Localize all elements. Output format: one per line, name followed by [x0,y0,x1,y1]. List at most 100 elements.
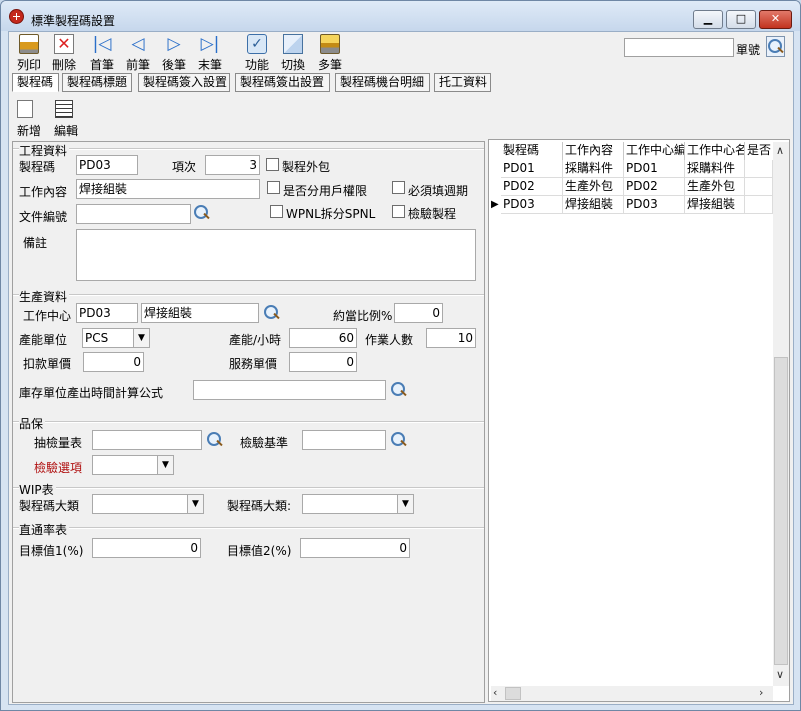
title-bar[interactable]: 標準製程碼設置 ▁ □ ✕ [1,1,800,31]
multi-record-button[interactable]: 多筆 [314,34,346,74]
table-cell[interactable]: PD03 [501,196,563,214]
work-center-code-field[interactable]: PD03 [76,303,138,323]
standard-search-icon[interactable] [390,431,408,449]
grid-header-content[interactable]: 工作內容 [563,142,624,160]
horizontal-scroll-thumb[interactable] [505,687,521,700]
inspection-option-select[interactable]: ▼ [92,455,174,475]
sampling-table-field[interactable] [92,430,202,450]
grid-header-code[interactable]: 製程碼 [501,142,563,160]
prev-label: 前筆 [125,58,150,72]
table-cell[interactable]: 採購料件 [563,160,624,178]
process-code-label: 製程碼 [19,160,56,174]
app-icon [9,9,24,24]
function-button[interactable]: ✓ 功能 [241,34,273,74]
vertical-scroll-thumb[interactable] [774,357,788,665]
process-category2-label: 製程碼大類: [227,499,292,513]
previous-record-button[interactable]: ◁ 前筆 [122,34,154,74]
remark-field[interactable] [76,229,476,281]
table-cell[interactable] [745,196,773,214]
table-cell[interactable]: PD02 [624,178,685,196]
edit-button[interactable]: 編輯 [50,100,82,140]
work-center-search-icon[interactable] [263,304,281,322]
scroll-down-icon[interactable]: ∨ [776,668,784,681]
horizontal-scrollbar[interactable]: ‹ › [491,686,773,701]
next-record-button[interactable]: ▷ 後筆 [158,34,190,74]
target2-label: 目標值2(%) [227,544,292,558]
target1-field[interactable]: 0 [92,538,201,558]
sampling-search-icon[interactable] [206,431,224,449]
per-hour-field[interactable]: 60 [289,328,357,348]
deduct-price-field[interactable]: 0 [83,352,144,372]
formula-field[interactable] [193,380,386,400]
table-cell[interactable]: PD03 [624,196,685,214]
inspection-standard-field[interactable] [302,430,386,450]
minimize-button[interactable]: ▁ [693,10,723,29]
next-record-icon: ▷ [167,34,181,54]
work-center-label: 工作中心 [23,309,72,323]
work-content-field[interactable]: 焊接組裝 [76,179,260,199]
table-cell[interactable]: PD02 [501,178,563,196]
table-cell[interactable] [745,160,773,178]
last-label: 末筆 [197,58,222,72]
doc-search-icon[interactable] [193,204,211,222]
table-cell[interactable]: 生產外包 [685,178,745,196]
print-button[interactable]: 列印 [13,34,45,74]
close-button[interactable]: ✕ [759,10,792,29]
table-cell[interactable]: PD01 [624,160,685,178]
table-cell[interactable]: 焊接組裝 [563,196,624,214]
first-record-button[interactable]: |◁ 首筆 [86,34,118,74]
seq-field[interactable]: 3 [205,155,260,175]
tab-process-title[interactable]: 製程碼標題 [62,73,132,92]
grid-header-wc-code[interactable]: 工作中心編 [624,142,685,160]
table-cell[interactable]: 焊接組裝 [685,196,745,214]
formula-search-icon[interactable] [390,381,408,399]
tab-check-out-settings[interactable]: 製程碼簽出設置 [235,73,330,92]
inspect-process-checkbox[interactable] [392,205,405,218]
table-cell[interactable]: PD01 [501,160,563,178]
switch-button[interactable]: 切換 [277,34,309,74]
delete-label: 刪除 [51,58,76,72]
scroll-right-icon[interactable]: › [759,686,763,699]
user-permission-checkbox[interactable] [267,181,280,194]
printer-icon [19,34,39,54]
table-cell[interactable] [745,178,773,196]
chevron-down-icon[interactable]: ▼ [133,329,149,347]
maximize-button[interactable]: □ [726,10,756,29]
doc-number-search-button[interactable] [766,36,785,57]
table-cell[interactable]: 採購料件 [685,160,745,178]
target2-field[interactable]: 0 [300,538,410,558]
required-period-checkbox[interactable] [392,181,405,194]
grid-header-wc-name[interactable]: 工作中心名 [685,142,745,160]
tab-process-code[interactable]: 製程碼 [12,73,59,92]
tab-outsource-data[interactable]: 托工資料 [434,73,491,92]
work-center-name-field[interactable]: 焊接組裝 [141,303,259,323]
wpnl-label: WPNL拆分SPNL [286,207,376,221]
grid-header-flag[interactable]: 是否 [745,142,773,160]
chevron-down-icon[interactable]: ▼ [397,495,413,513]
tab-machine-details[interactable]: 製程碼機台明細 [335,73,430,92]
capacity-unit-select[interactable]: PCS ▼ [82,328,150,348]
wpnl-checkbox[interactable] [270,205,283,218]
process-category1-select[interactable]: ▼ [92,494,204,514]
process-code-grid[interactable]: 製程碼 工作內容 工作中心編 工作中心名 是否 PD01 採購料件 PD01 採… [488,139,790,702]
process-category2-select[interactable]: ▼ [302,494,414,514]
delete-button[interactable]: ✕ 刪除 [48,34,80,74]
client-area: 列印 ✕ 刪除 |◁ 首筆 ◁ 前筆 ▷ 後筆 ▷| 末筆 ✓ 功能 切換 多筆… [8,31,794,705]
table-cell[interactable]: 生產外包 [563,178,624,196]
service-price-field[interactable]: 0 [289,352,357,372]
vertical-scrollbar[interactable]: ∧ ∨ [773,142,789,686]
last-record-button[interactable]: ▷| 末筆 [194,34,226,74]
workers-field[interactable]: 10 [426,328,476,348]
chevron-down-icon[interactable]: ▼ [187,495,203,513]
new-button[interactable]: 新增 [15,100,47,140]
doc-number-field[interactable] [76,204,191,224]
doc-number-input[interactable] [624,38,734,57]
tab-check-in-settings[interactable]: 製程碼簽入設置 [138,73,230,92]
outsource-checkbox[interactable] [266,158,279,171]
process-code-field[interactable]: PD03 [76,155,138,175]
chevron-down-icon[interactable]: ▼ [157,456,173,474]
ratio-field[interactable]: 0 [394,303,443,323]
inspection-option-label: 檢驗選項 [34,461,83,475]
scroll-up-icon[interactable]: ∧ [776,144,784,157]
scroll-left-icon[interactable]: ‹ [493,686,497,699]
